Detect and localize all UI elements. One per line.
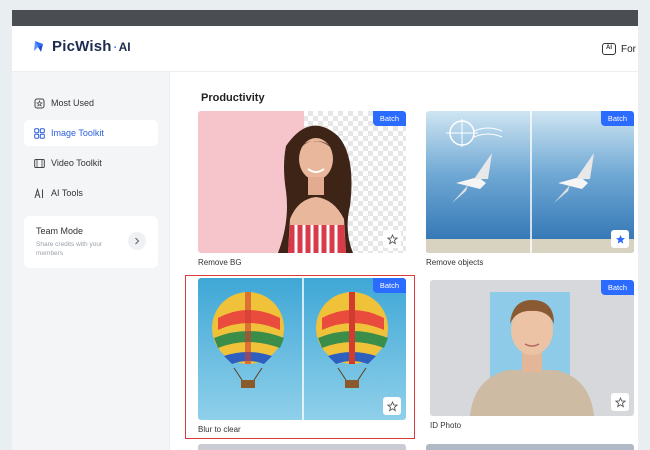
logo-dot: · bbox=[112, 38, 118, 55]
sidebar: Most Used Image Toolkit Video Toolkit AI… bbox=[12, 72, 170, 450]
tool-card-label: ID Photo bbox=[430, 421, 462, 430]
ai-icon bbox=[34, 187, 45, 199]
next-card-preview bbox=[198, 444, 406, 450]
grid-icon bbox=[34, 127, 45, 139]
tool-card-remove-objects[interactable]: Batch Remove objects bbox=[426, 111, 634, 267]
id-photo-thumbnail[interactable]: Batch bbox=[430, 280, 634, 416]
logo[interactable]: PicWish · AI bbox=[32, 38, 131, 55]
favorite-star-filled-icon[interactable] bbox=[611, 230, 629, 248]
remove-objects-image bbox=[426, 111, 634, 253]
next-card-preview bbox=[426, 444, 634, 450]
chevron-right-icon[interactable] bbox=[128, 232, 146, 250]
sidebar-item-label: Image Toolkit bbox=[51, 128, 104, 138]
section-title: Productivity bbox=[201, 92, 265, 104]
logo-suffix: AI bbox=[118, 39, 131, 54]
header-right-link[interactable]: AI For D bbox=[602, 43, 638, 55]
batch-badge: Batch bbox=[372, 111, 406, 126]
sidebar-item-label: Most Used bbox=[51, 98, 95, 108]
team-mode-description: Share credits with your members bbox=[36, 241, 103, 257]
favorite-star-icon[interactable] bbox=[383, 230, 401, 248]
tool-card-label: Remove objects bbox=[426, 258, 484, 267]
id-photo-image bbox=[430, 280, 634, 416]
tool-card-id-photo[interactable]: Batch ID Photo bbox=[430, 280, 634, 430]
main-content: Productivity Batch Remove BG Batch Remov… bbox=[171, 72, 638, 450]
team-mode-card[interactable]: Team Mode Share credits with your member… bbox=[24, 216, 158, 268]
picwish-logo-icon bbox=[34, 40, 43, 52]
app-window: PicWish · AI AI For D Most Used Image To… bbox=[12, 10, 638, 450]
film-icon bbox=[34, 158, 45, 169]
favorite-star-icon[interactable] bbox=[611, 393, 629, 411]
remove-objects-thumbnail[interactable]: Batch bbox=[426, 111, 634, 253]
remove-bg-image bbox=[198, 111, 406, 253]
highlight-frame bbox=[185, 275, 415, 439]
sidebar-item-video-toolkit[interactable]: Video Toolkit bbox=[24, 150, 158, 176]
ai-badge-icon: AI bbox=[602, 43, 616, 55]
tool-card-label: Remove BG bbox=[198, 258, 242, 267]
batch-badge: Batch bbox=[600, 111, 634, 126]
remove-bg-thumbnail[interactable]: Batch bbox=[198, 111, 406, 253]
logo-text: PicWish bbox=[52, 38, 112, 55]
sidebar-item-label: Video Toolkit bbox=[51, 158, 102, 168]
sidebar-item-image-toolkit[interactable]: Image Toolkit bbox=[24, 120, 158, 146]
sidebar-item-ai-tools[interactable]: AI Tools bbox=[24, 180, 158, 206]
tool-card-remove-bg[interactable]: Batch Remove BG bbox=[198, 111, 406, 267]
star-outline-icon bbox=[34, 98, 45, 109]
sidebar-item-label: AI Tools bbox=[51, 188, 83, 198]
sidebar-item-most-used[interactable]: Most Used bbox=[24, 90, 158, 116]
header-right-text: For D bbox=[621, 43, 638, 55]
app-header: PicWish · AI AI For D bbox=[12, 26, 638, 72]
batch-badge: Batch bbox=[600, 280, 634, 295]
browser-top-strip bbox=[12, 10, 638, 26]
